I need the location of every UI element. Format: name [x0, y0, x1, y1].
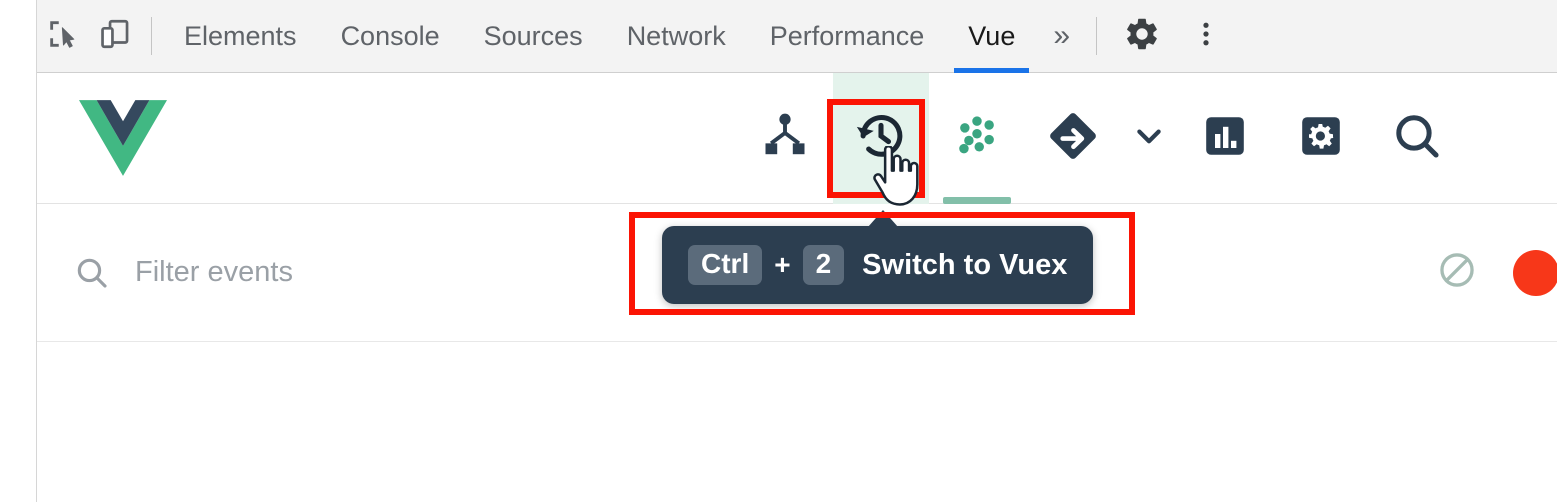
vue-tab-components[interactable]	[737, 73, 833, 204]
tab-console-label: Console	[340, 20, 440, 51]
chevron-down-icon	[1128, 115, 1170, 162]
tabbar-overflow-button[interactable]: »	[1037, 0, 1086, 73]
vue-devtools-toolbar	[37, 73, 1557, 204]
search-icon	[73, 254, 111, 292]
inspect-element-icon	[46, 17, 80, 56]
component-tree-icon	[759, 110, 811, 167]
gear-icon	[1123, 15, 1161, 58]
tabbar-divider-right	[1096, 17, 1098, 55]
vue-tab-vuex[interactable]	[929, 73, 1025, 204]
vue-router-dropdown-button[interactable]	[1121, 73, 1177, 204]
circle-search-icon	[1391, 110, 1443, 167]
tooltip-arrow	[868, 210, 898, 227]
vue-toolbar-tabs	[737, 73, 1465, 204]
tooltip-key-ctrl: Ctrl	[688, 245, 763, 285]
tab-console[interactable]: Console	[319, 0, 462, 73]
vue-tab-router[interactable]	[1025, 73, 1121, 204]
vue-router-group	[1025, 73, 1177, 204]
history-clock-icon	[852, 107, 910, 170]
events-list-body	[37, 342, 1557, 502]
device-toolbar-icon	[98, 17, 132, 56]
record-dot-icon	[1513, 249, 1557, 296]
tab-performance[interactable]: Performance	[748, 0, 947, 73]
tab-network[interactable]: Network	[605, 0, 748, 73]
router-diamond-arrow-icon	[1045, 108, 1101, 169]
filter-events-input[interactable]	[133, 246, 557, 299]
shortcut-tooltip: Ctrl + 2 Switch to Vuex	[662, 226, 1094, 304]
tooltip-key-separator: +	[774, 249, 791, 280]
tab-sources-label: Sources	[483, 20, 583, 51]
bar-chart-icon	[1201, 112, 1249, 165]
vue-tab-performance[interactable]	[1177, 73, 1273, 204]
tab-sources[interactable]: Sources	[462, 0, 605, 73]
vuex-dots-icon	[950, 109, 1004, 168]
inspect-element-button[interactable]	[37, 9, 89, 63]
devtools-window: Elements Console Sources Network Perform…	[0, 0, 1557, 502]
chevrons-right-icon: »	[1053, 19, 1071, 52]
devtools-tabbar: Elements Console Sources Network Perform…	[37, 0, 1557, 73]
tab-performance-label: Performance	[769, 20, 925, 51]
vue-tab-search[interactable]	[1369, 73, 1465, 204]
tooltip-key-2: 2	[802, 245, 845, 285]
tab-elements[interactable]: Elements	[162, 0, 319, 73]
vue-logo	[79, 99, 167, 177]
tab-elements-label: Elements	[184, 20, 297, 51]
clear-events-button[interactable]	[1415, 204, 1499, 341]
clear-prohibited-icon	[1436, 249, 1478, 296]
devtools-more-menu-button[interactable]	[1177, 0, 1235, 73]
tooltip-label: Switch to Vuex	[862, 248, 1068, 281]
tab-network-label: Network	[626, 20, 726, 51]
tab-vue-label: Vue	[968, 20, 1016, 51]
tab-vue[interactable]: Vue	[946, 0, 1037, 73]
vue-tab-timeline[interactable]	[833, 73, 929, 204]
gear-square-icon	[1297, 112, 1345, 165]
tabbar-divider	[151, 17, 152, 55]
devtools-settings-button[interactable]	[1107, 0, 1177, 73]
record-events-button[interactable]	[1499, 204, 1557, 341]
vue-tab-settings[interactable]	[1273, 73, 1369, 204]
kebab-menu-icon	[1191, 16, 1221, 57]
events-filter-actions	[1415, 204, 1557, 341]
device-toolbar-button[interactable]	[89, 9, 141, 63]
